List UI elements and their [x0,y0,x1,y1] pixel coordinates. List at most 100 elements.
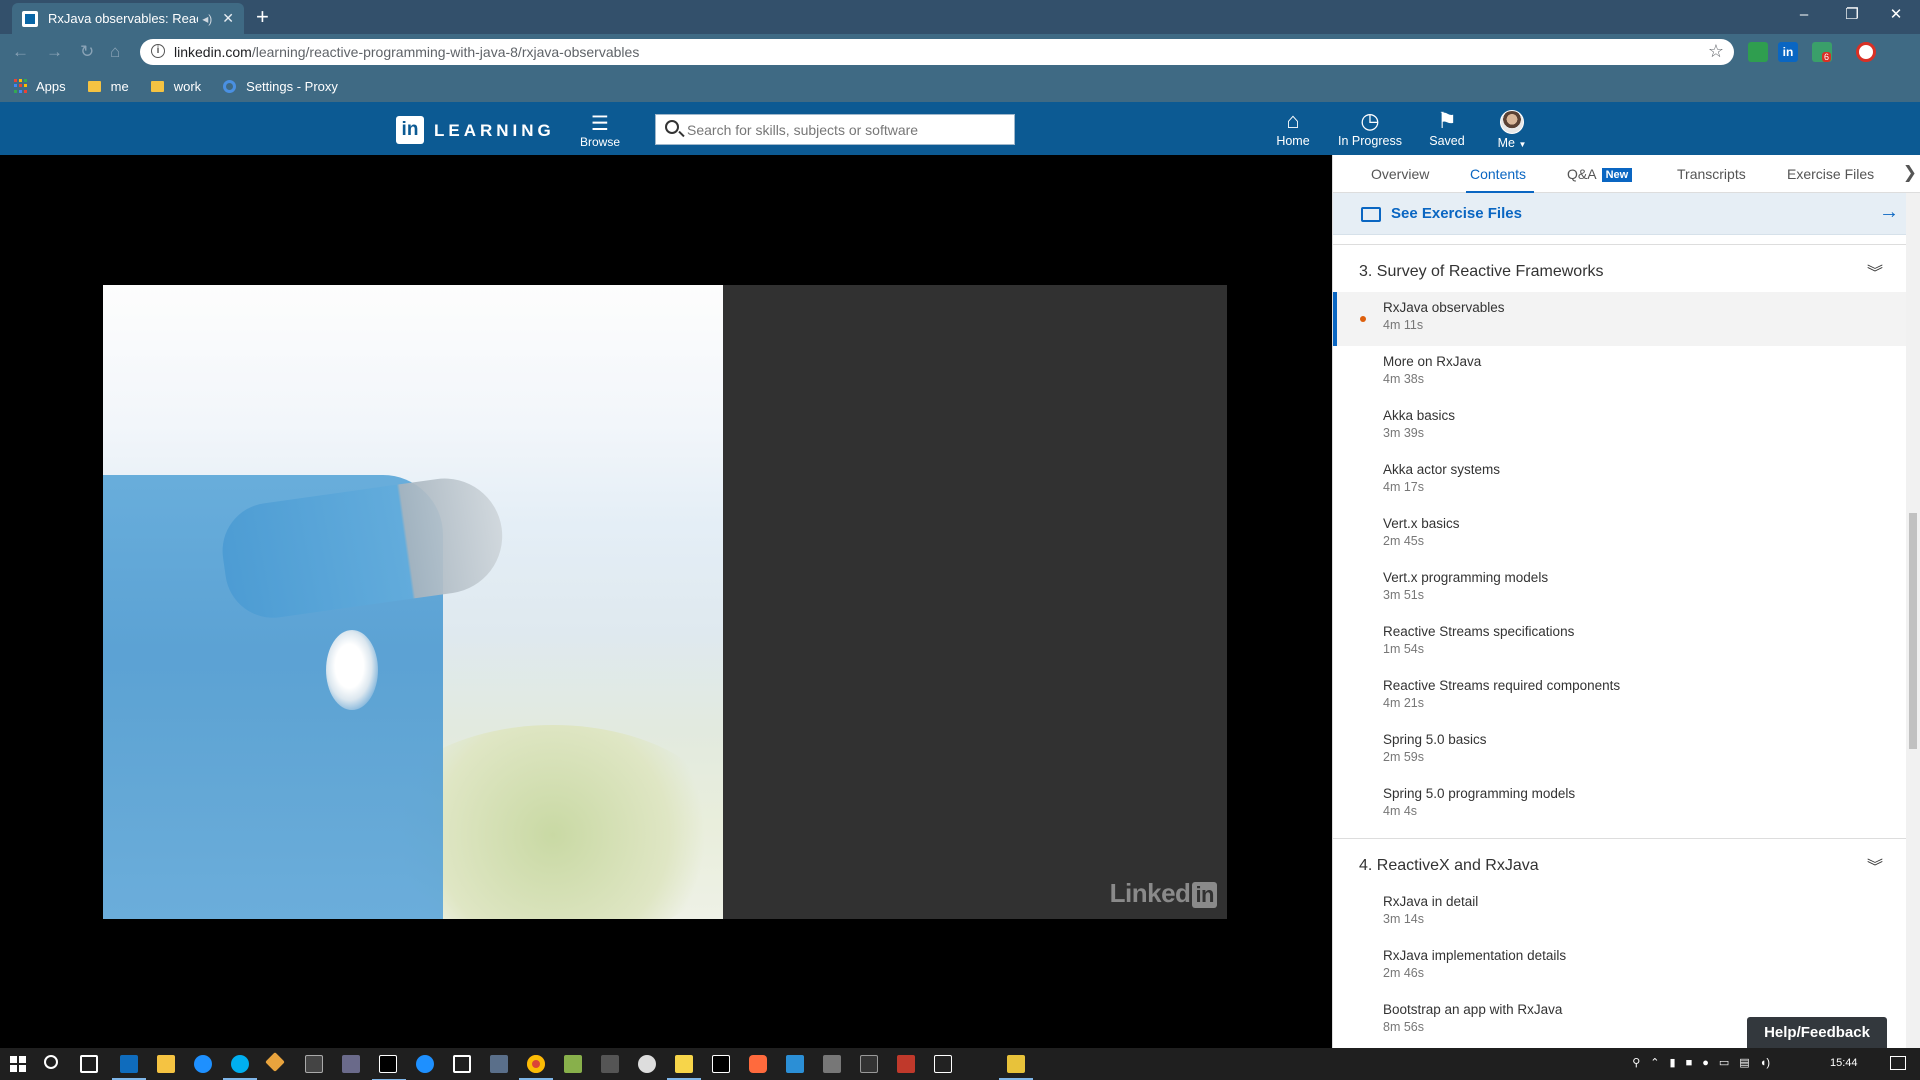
tab-close-icon[interactable]: ✕ [222,10,234,27]
nav-saved[interactable]: ⚑ Saved [1411,108,1483,148]
taskbar-clock[interactable]: 15:44 [1830,1057,1858,1069]
minimize-icon[interactable]: – [1784,2,1824,28]
speaker-icon[interactable]: ◂) [202,12,212,26]
star-icon[interactable]: ☆ [1708,41,1724,62]
bookmark-settings-proxy[interactable]: Settings - Proxy [223,79,338,94]
chevron-up-icon[interactable]: ⌃ [1650,1056,1659,1069]
search-box[interactable] [655,114,1015,145]
exercise-files-link[interactable]: See Exercise Files [1391,205,1522,222]
outlook-tray-icon[interactable]: ■ [1686,1057,1693,1069]
app-icon[interactable] [416,1055,434,1073]
exercise-files-bar[interactable]: See Exercise Files → [1333,193,1907,235]
git-icon[interactable] [265,1052,285,1072]
tab-contents[interactable]: Contents [1470,166,1526,182]
extension-badge-icon[interactable]: 6 [1812,42,1832,62]
virtualbox-icon[interactable] [453,1055,471,1073]
app-icon[interactable] [860,1055,878,1073]
info-icon[interactable]: i [151,44,165,58]
app-icon[interactable] [490,1055,508,1073]
postman-icon[interactable] [749,1055,767,1073]
url-text[interactable]: linkedin.com/learning/reactive-programmi… [174,44,639,60]
bookmark-work[interactable]: work [150,79,201,94]
list-item[interactable]: Spring 5.0 basics 2m 59s [1333,724,1907,778]
video-player[interactable]: Linked in [103,285,1227,919]
forward-icon[interactable]: → [46,42,63,62]
home-browser-icon[interactable]: ⌂ [110,42,120,62]
list-item[interactable]: Akka actor systems 4m 17s [1333,454,1907,508]
address-bar[interactable]: i linkedin.com/learning/reactive-program… [140,39,1734,65]
app-icon[interactable] [564,1055,582,1073]
learning-wordmark[interactable]: LEARNING [434,121,555,141]
terminal-icon[interactable] [305,1055,323,1073]
list-item[interactable]: Spring 5.0 programming models 4m 4s [1333,778,1907,832]
avatar [1500,110,1524,134]
windows-start-icon[interactable] [10,1056,26,1072]
chrome-icon[interactable] [519,1055,553,1080]
tab-qa[interactable]: Q&A New [1567,166,1633,183]
help-feedback-button[interactable]: Help/Feedback [1747,1017,1887,1049]
profile-icon[interactable] [1856,42,1876,62]
list-item[interactable]: Vert.x basics 2m 45s [1333,508,1907,562]
task-view-icon[interactable] [80,1055,98,1073]
internet-explorer-icon[interactable] [194,1055,212,1073]
bookmark-apps[interactable]: Apps [14,79,66,94]
search-taskbar-icon[interactable] [44,1055,58,1069]
close-window-icon[interactable]: ✕ [1876,2,1916,28]
chevron-right-icon[interactable]: ❯ [1903,163,1917,183]
arrow-right-icon[interactable]: → [1879,201,1899,224]
tab-transcripts[interactable]: Transcripts [1677,166,1746,182]
list-item[interactable]: Akka basics 3m 39s [1333,400,1907,454]
tab-exercise-files[interactable]: Exercise Files [1787,166,1874,182]
restore-icon[interactable]: ❐ [1832,2,1872,28]
vscode-icon[interactable] [786,1055,804,1073]
sticky-notes-icon[interactable] [667,1055,701,1080]
notification-icon[interactable] [1890,1056,1906,1070]
back-icon[interactable]: ← [12,42,29,62]
skype-tray-icon[interactable]: ● [1702,1057,1709,1069]
browser-tab[interactable]: RxJava observables: Reactive ◂) ✕ [12,3,244,34]
browse-label: Browse [579,135,620,149]
app-icon[interactable] [638,1055,656,1073]
app-icon[interactable] [897,1055,915,1073]
intellij-icon[interactable] [712,1055,730,1073]
app-icon[interactable] [823,1055,841,1073]
outlook-icon[interactable] [112,1055,146,1080]
tray-app-icon[interactable]: ▮ [1670,1056,1676,1069]
tab-overview[interactable]: Overview [1371,166,1429,182]
linkedin-logo[interactable]: in [396,116,424,144]
search-input[interactable] [687,115,1007,144]
nav-home[interactable]: ⌂ Home [1257,108,1329,148]
nav-me[interactable]: Me ▼ [1476,108,1548,150]
list-item[interactable]: RxJava observables 4m 11s [1333,292,1907,346]
chevron-down-icon[interactable]: ︾ [1867,259,1883,283]
list-item[interactable]: Vert.x programming models 3m 51s [1333,562,1907,616]
app-icon[interactable] [601,1055,619,1073]
list-item[interactable]: RxJava in detail 3m 14s [1333,886,1907,940]
nav-in-progress[interactable]: ◷ In Progress [1334,108,1406,148]
panel-scrollbar[interactable] [1906,193,1920,1048]
chevron-down-icon[interactable]: ︾ [1867,853,1883,877]
scrollbar-thumb[interactable] [1909,513,1917,749]
notepad-icon[interactable] [999,1055,1033,1080]
volume-icon[interactable]: ◖) [1760,1057,1770,1069]
list-item[interactable]: More on RxJava 4m 38s [1333,346,1907,400]
list-item[interactable]: Reactive Streams specifications 1m 54s [1333,616,1907,670]
extension-linkedin-icon[interactable]: in [1778,42,1798,62]
bookmark-me[interactable]: me [87,79,129,94]
network-icon[interactable]: ▤ [1739,1056,1749,1069]
7zip-icon[interactable] [934,1055,952,1073]
reload-icon[interactable]: ↻ [80,42,94,62]
file-explorer-icon[interactable] [157,1055,175,1073]
new-tab-button[interactable]: + [256,4,269,30]
intellij-icon[interactable] [372,1055,406,1080]
battery-icon[interactable]: ▭ [1719,1056,1729,1069]
extension-chrome-icon[interactable] [1748,42,1768,62]
list-item[interactable]: RxJava implementation details 2m 46s [1333,940,1907,994]
list-item[interactable]: Reactive Streams required components 4m … [1333,670,1907,724]
chapter-header[interactable]: 3. Survey of Reactive Frameworks ︾ [1333,244,1907,292]
app-icon[interactable] [342,1055,360,1073]
video-player-area[interactable]: Linked in [0,155,1332,1048]
chapter-header[interactable]: 4. ReactiveX and RxJava ︾ [1333,838,1907,886]
skype-icon[interactable] [223,1055,257,1080]
people-icon[interactable]: ⚲ [1632,1056,1640,1069]
